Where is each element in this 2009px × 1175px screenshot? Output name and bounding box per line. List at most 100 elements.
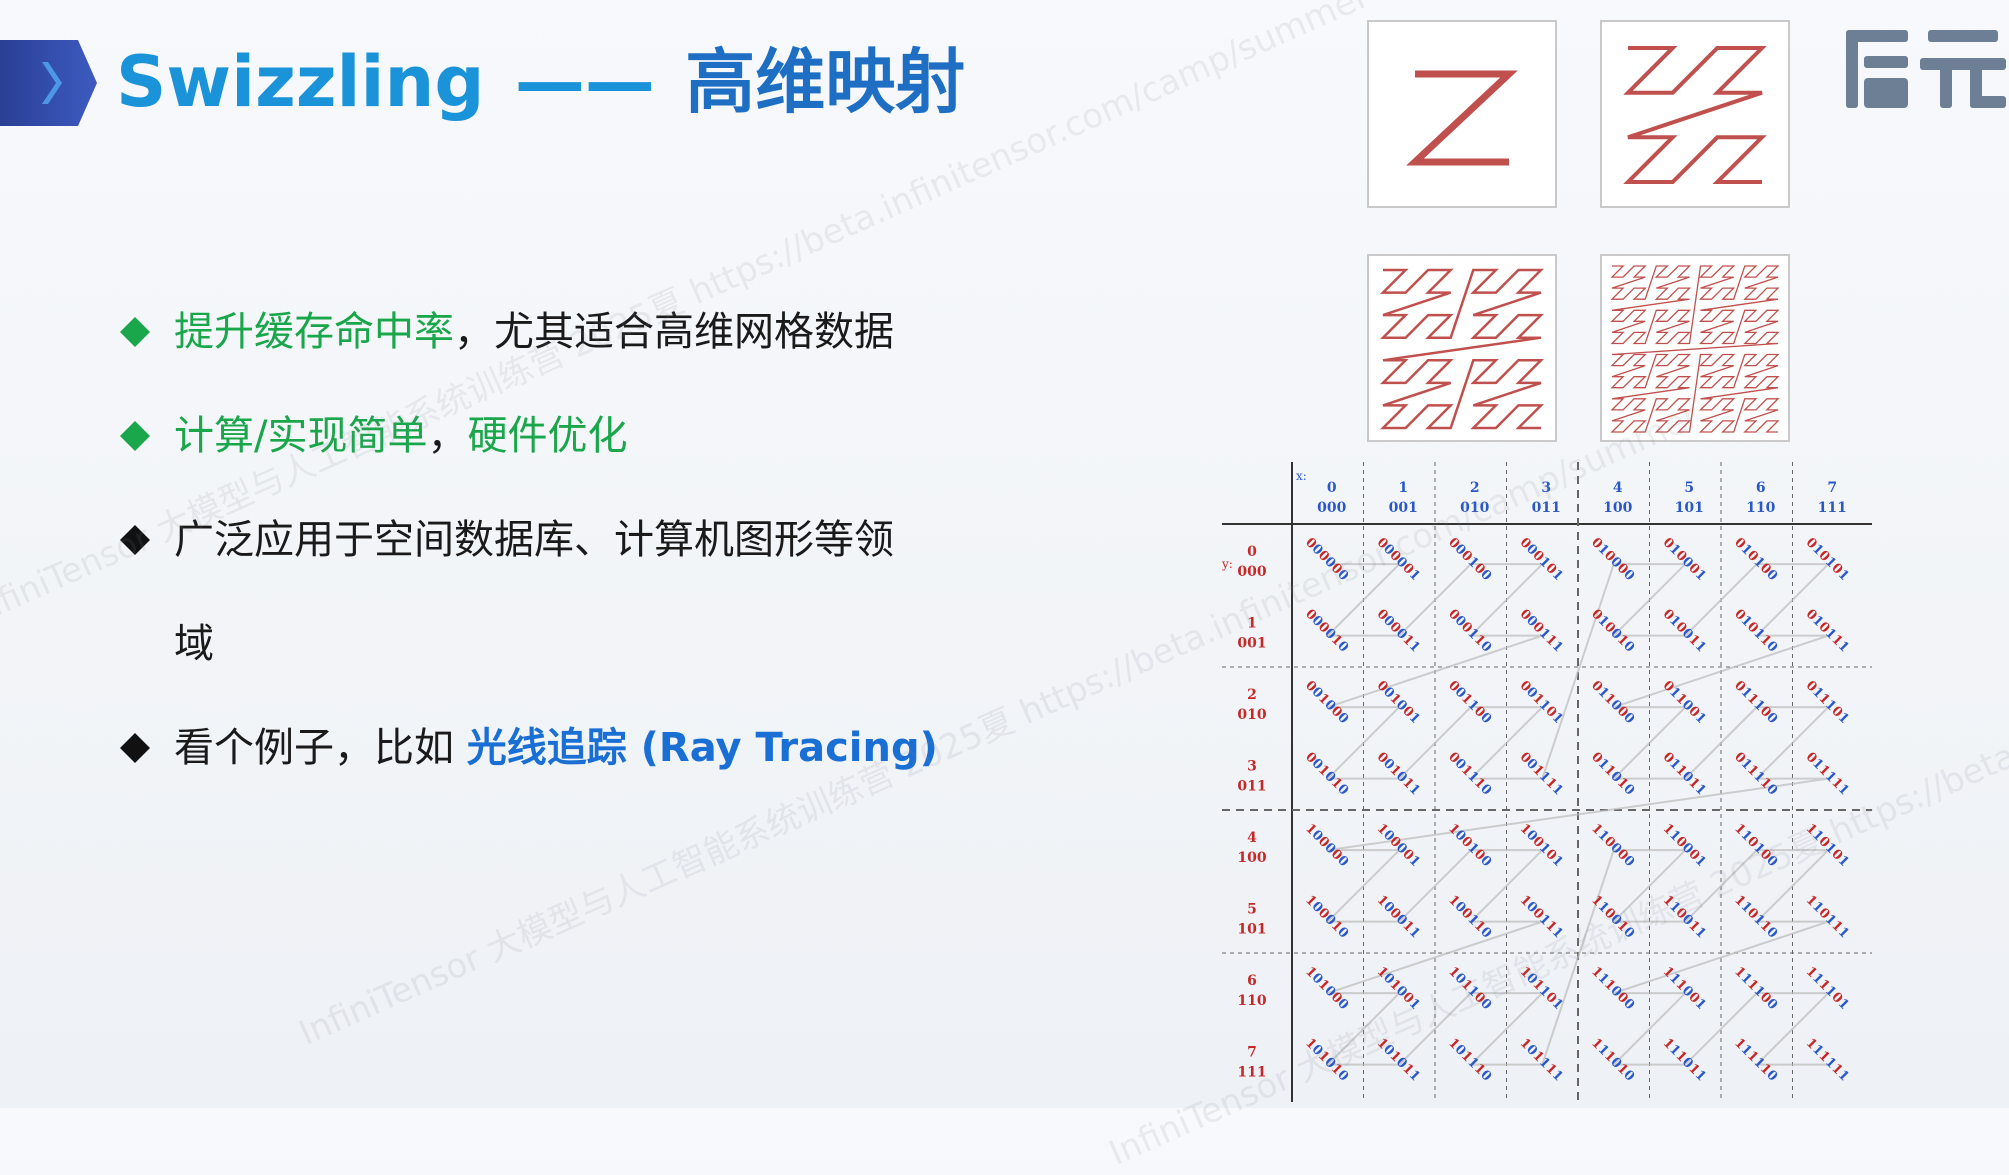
morton-code-cell: 000011 — [1374, 607, 1423, 656]
morton-code-cell: 001111 — [1517, 750, 1566, 799]
morton-code-cell: 111001 — [1660, 964, 1709, 1013]
morton-code-cell: 010101 — [1803, 535, 1852, 584]
morton-code-cell: 011001 — [1660, 678, 1709, 727]
z-curve-level-1 — [1367, 20, 1557, 208]
morton-code-cell: 101011 — [1374, 1036, 1423, 1085]
bullet-list: 提升缓存命中率，尤其适合高维网格数据 计算/实现简单，硬件优化 广泛应用于空间数… — [118, 280, 998, 800]
x-tick-binary: 011 — [1532, 500, 1561, 516]
z-curve-level-3 — [1367, 254, 1557, 442]
morton-code-cell: 101110 — [1445, 1036, 1494, 1085]
title-marker-arrow — [0, 40, 97, 126]
morton-code-cell: 011010 — [1588, 750, 1637, 799]
z-curve-path — [1623, 46, 1767, 184]
y-tick-binary: 011 — [1237, 779, 1266, 795]
morton-code-cell: 100111 — [1517, 893, 1566, 942]
bullet-item-1: 提升缓存命中率，尤其适合高维网格数据 — [118, 280, 998, 384]
morton-code-cell: 101010 — [1302, 1036, 1351, 1085]
bullet-3-text: 广泛应用于空间数据库、计算机图形等领 — [174, 517, 894, 563]
x-tick-binary: 111 — [1818, 500, 1847, 516]
morton-code-cell: 001110 — [1445, 750, 1494, 799]
bullet-item-4: 看个例子，比如 光线追踪 (Ray Tracing) — [118, 696, 998, 800]
diamond-bullet-icon — [120, 525, 150, 555]
y-tick-label: 0 — [1247, 544, 1257, 560]
morton-code-cell: 100010 — [1302, 893, 1351, 942]
bullet-3-continuation: 域 — [174, 621, 214, 667]
morton-code-cell: 010010 — [1588, 607, 1637, 656]
bullet-item-2: 计算/实现简单，硬件优化 — [118, 384, 998, 488]
x-tick-binary: 100 — [1603, 500, 1632, 516]
y-tick-binary: 000 — [1237, 564, 1266, 580]
y-axis-label: y: — [1222, 557, 1233, 571]
title-en: Swizzling — [116, 41, 485, 123]
y-tick-label: 6 — [1247, 973, 1257, 989]
morton-code-cell: 111101 — [1803, 964, 1852, 1013]
morton-code-cell: 000101 — [1517, 535, 1566, 584]
bullet-4-highlight: 光线追踪 (Ray Tracing) — [466, 725, 938, 771]
morton-code-cell: 110011 — [1660, 893, 1709, 942]
x-tick-binary: 001 — [1389, 500, 1418, 516]
bullet-2-highlight2: 硬件优化 — [467, 413, 628, 459]
y-tick-binary: 101 — [1237, 922, 1266, 938]
morton-code-cell: 000000 — [1302, 535, 1351, 584]
morton-code-cell: 010110 — [1731, 607, 1780, 656]
y-tick-binary: 010 — [1237, 707, 1266, 723]
morton-code-cell: 001011 — [1374, 750, 1423, 799]
morton-code-cell: 000010 — [1302, 607, 1351, 656]
morton-code-cell: 110111 — [1803, 893, 1852, 942]
morton-code-cell: 101100 — [1445, 964, 1494, 1013]
morton-code-cell: 100110 — [1445, 893, 1494, 942]
y-tick-label: 1 — [1247, 616, 1257, 632]
x-tick-label: 6 — [1756, 480, 1766, 496]
morton-code-cell: 100001 — [1374, 821, 1423, 870]
morton-code-cell: 011101 — [1803, 678, 1852, 727]
x-tick-binary: 010 — [1460, 500, 1489, 516]
morton-code-cell: 100011 — [1374, 893, 1423, 942]
morton-code-cell: 111010 — [1588, 1036, 1637, 1085]
morton-code-cell: 010011 — [1660, 607, 1709, 656]
bullet-item-3: 广泛应用于空间数据库、计算机图形等领 — [118, 488, 998, 592]
bullet-2-mid: ， — [427, 413, 468, 459]
morton-code-cell: 001010 — [1302, 750, 1351, 799]
bullet-4-text: 看个例子，比如 — [174, 725, 467, 771]
morton-code-cell: 000001 — [1374, 535, 1423, 584]
morton-code-cell: 111110 — [1731, 1036, 1780, 1085]
y-tick-label: 7 — [1247, 1045, 1257, 1061]
morton-code-cell: 111100 — [1731, 964, 1780, 1013]
y-tick-label: 4 — [1247, 830, 1257, 846]
morton-code-grid: x: y: 0 000 0 000 1 001 1 001 2 010 2 010 3 011 3 011 4 100… — [1221, 462, 1872, 1102]
x-tick-binary: 110 — [1746, 500, 1775, 516]
x-tick-label: 2 — [1470, 480, 1480, 496]
bullet-1-highlight: 提升缓存命中率 — [174, 309, 454, 355]
morton-code-cell: 000100 — [1445, 535, 1494, 584]
y-tick-binary: 100 — [1237, 850, 1266, 866]
morton-code-cell: 110101 — [1803, 821, 1852, 870]
title-dash: —— — [514, 41, 655, 123]
morton-code-cell: 111111 — [1803, 1036, 1852, 1085]
logo-text: 启元 — [1840, 22, 1842, 23]
z-curve-level-2 — [1600, 20, 1790, 208]
morton-code-cell: 010100 — [1731, 535, 1780, 584]
morton-code-cell: 011011 — [1660, 750, 1709, 799]
morton-code-cell: 110110 — [1731, 893, 1780, 942]
x-tick-label: 3 — [1541, 480, 1551, 496]
morton-code-cell: 011111 — [1803, 750, 1852, 799]
morton-code-cell: 111011 — [1660, 1036, 1709, 1085]
morton-code-cell: 110010 — [1588, 893, 1637, 942]
morton-code-cell: 000110 — [1445, 607, 1494, 656]
morton-code-cell: 010001 — [1660, 535, 1709, 584]
y-tick-binary: 110 — [1237, 993, 1266, 1009]
qiyuan-logo: 启元 — [1840, 22, 2006, 108]
y-tick-binary: 001 — [1237, 636, 1266, 652]
z-curve-path — [1379, 268, 1545, 430]
z-curve-level-4 — [1600, 254, 1790, 442]
morton-code-cell: 011100 — [1731, 678, 1780, 727]
morton-code-cell: 101101 — [1517, 964, 1566, 1013]
bullet-1-rest: ，尤其适合高维网格数据 — [454, 309, 894, 355]
diamond-bullet-icon — [120, 421, 150, 451]
morton-code-cell: 010000 — [1588, 535, 1637, 584]
morton-code-cell: 100101 — [1517, 821, 1566, 870]
y-tick-binary: 111 — [1237, 1065, 1266, 1081]
morton-code-cell: 100000 — [1302, 821, 1351, 870]
x-tick-binary: 101 — [1675, 500, 1704, 516]
title-zh: 高维映射 — [685, 41, 966, 123]
